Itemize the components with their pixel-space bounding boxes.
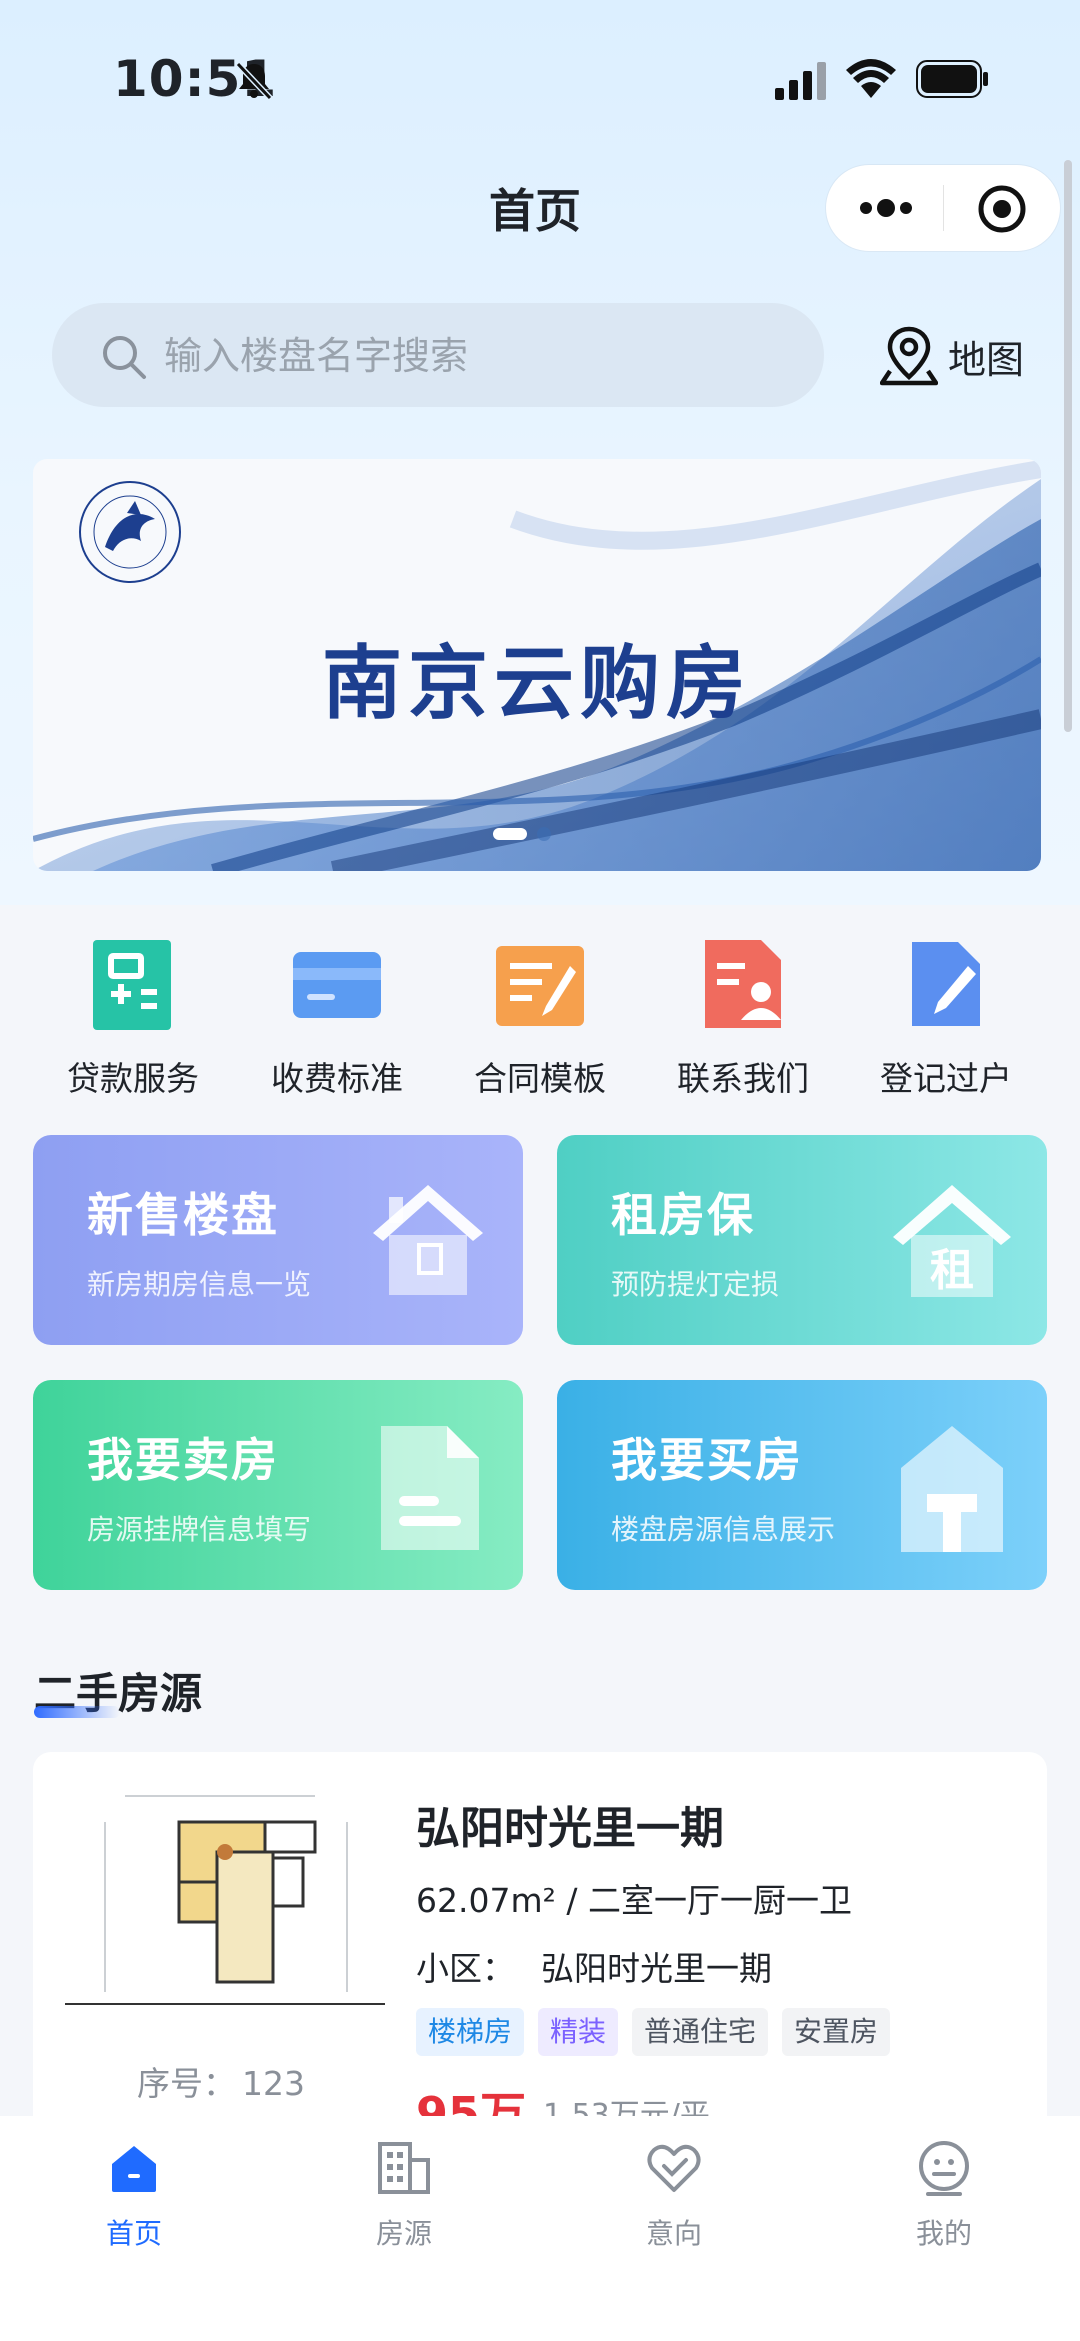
card-buy-title: 我要买房 xyxy=(611,1433,803,1487)
card-rental-subtitle: 预防提灯定损 xyxy=(611,1268,780,1301)
search-icon xyxy=(103,336,146,379)
card-sell-title: 我要卖房 xyxy=(87,1433,279,1487)
search-input[interactable] xyxy=(162,325,766,387)
notary-logo xyxy=(79,481,181,583)
card-new-homes-subtitle: 新房期房信息一览 xyxy=(87,1268,312,1301)
tab-home-label: 首页 xyxy=(105,2217,162,2250)
quick-menu: 贷款服务 收费标准 合同模板 联系我们 登记过户 xyxy=(0,930,1080,1100)
quick-item-fees[interactable]: 收费标准 xyxy=(237,930,437,1100)
mute-bell-icon xyxy=(235,61,273,101)
banner-title: 南京云购房 xyxy=(322,636,752,730)
seq-value: 123 xyxy=(242,2064,305,2103)
miniprogram-capsule xyxy=(826,165,1060,251)
tab-intent[interactable]: 意向 xyxy=(584,2138,764,2252)
building-icon xyxy=(378,2142,430,2194)
card-new-homes-title: 新售楼盘 xyxy=(87,1188,279,1242)
listing-spec: 62.07m² / 二室一厅一厨一卫 xyxy=(416,1881,852,1920)
carousel-dot-active xyxy=(493,828,527,840)
tag-elevator: 楼梯房 xyxy=(416,2008,525,2056)
card-icon xyxy=(293,952,381,1018)
scrollbar[interactable] xyxy=(1064,160,1072,732)
map-label: 地图 xyxy=(948,337,1025,382)
more-icon[interactable] xyxy=(856,189,916,227)
floor-plan-image xyxy=(65,1795,385,2005)
listing-name: 弘阳时光里一期 xyxy=(416,1803,724,1854)
document-icon xyxy=(381,1426,479,1550)
quick-item-contract[interactable]: 合同模板 xyxy=(440,930,640,1100)
quick-label-register: 登记过户 xyxy=(880,1059,1012,1098)
home-icon xyxy=(112,2146,156,2192)
seq-label: 序号： xyxy=(137,2064,236,2103)
map-button[interactable]: 地图 xyxy=(880,320,1024,392)
home-key-icon xyxy=(901,1426,1003,1552)
banner-carousel[interactable]: 南京云购房 xyxy=(33,459,1041,871)
card-buy-subtitle: 楼盘房源信息展示 xyxy=(611,1513,836,1546)
quick-label-contract: 合同模板 xyxy=(474,1059,606,1098)
svg-text:租: 租 xyxy=(930,1245,974,1296)
cellular-signal-icon xyxy=(775,62,826,100)
close-miniprogram-icon[interactable] xyxy=(976,183,1028,235)
quick-item-loan[interactable]: 贷款服务 xyxy=(33,930,233,1100)
wifi-icon xyxy=(846,59,896,98)
community-label: 小区： xyxy=(416,1949,515,1988)
tab-profile[interactable]: 我的 xyxy=(854,2138,1034,2252)
carousel-indicator xyxy=(493,827,551,841)
rent-house-icon: 租 xyxy=(893,1185,1011,1297)
quick-label-fees: 收费标准 xyxy=(271,1059,403,1098)
card-rental-title: 租房保 xyxy=(611,1188,755,1242)
tab-listings[interactable]: 房源 xyxy=(314,2138,494,2252)
card-buy-home[interactable]: 我要买房 楼盘房源信息展示 xyxy=(557,1380,1047,1590)
house-icon xyxy=(373,1185,483,1295)
listing-card[interactable]: 序号： 123 弘阳时光里一期 62.07m² / 二室一厅一厨一卫 小区： 弘阳时… xyxy=(33,1752,1047,2152)
contract-icon xyxy=(496,946,584,1026)
status-bar: 10:51 xyxy=(0,0,1080,140)
tag-property-type: 普通住宅 xyxy=(632,2008,769,2056)
map-pin-icon xyxy=(880,326,938,386)
listing-tags: 楼梯房 精装 普通住宅 安置房 xyxy=(416,2008,904,2056)
listing-seq: 序号： 123 xyxy=(103,2057,333,2105)
card-sell-home[interactable]: 我要卖房 房源挂牌信息填写 xyxy=(33,1380,523,1590)
quick-label-contact: 联系我们 xyxy=(677,1059,809,1098)
section-underline xyxy=(34,1706,120,1718)
tab-home[interactable]: 首页 xyxy=(44,2138,224,2252)
capsule-divider xyxy=(943,185,944,231)
contact-icon xyxy=(705,940,781,1028)
quick-item-contact[interactable]: 联系我们 xyxy=(643,930,843,1100)
tab-listings-label: 房源 xyxy=(375,2217,432,2250)
heart-check-icon xyxy=(647,2144,701,2192)
carousel-dot xyxy=(537,827,551,841)
listing-community: 小区： 弘阳时光里一期 xyxy=(416,1942,772,1990)
loan-icon xyxy=(93,940,171,1030)
tab-intent-label: 意向 xyxy=(645,2217,702,2250)
tag-decoration: 精装 xyxy=(538,2008,619,2056)
quick-item-register[interactable]: 登记过户 xyxy=(846,930,1046,1100)
battery-icon xyxy=(916,60,988,98)
card-rental-protect[interactable]: 租房保 预防提灯定损 租 xyxy=(557,1135,1047,1345)
profile-icon xyxy=(919,2141,969,2196)
register-icon xyxy=(912,942,980,1026)
tab-bar: 首页 房源 意向 我的 xyxy=(0,2116,1080,2341)
card-sell-subtitle: 房源挂牌信息填写 xyxy=(87,1513,312,1546)
tag-resettlement: 安置房 xyxy=(782,2008,891,2056)
tab-profile-label: 我的 xyxy=(915,2217,972,2250)
community-value: 弘阳时光里一期 xyxy=(541,1949,772,1988)
card-new-homes[interactable]: 新售楼盘 新房期房信息一览 xyxy=(33,1135,523,1345)
search-bar[interactable] xyxy=(52,303,824,407)
quick-label-loan: 贷款服务 xyxy=(67,1059,199,1098)
